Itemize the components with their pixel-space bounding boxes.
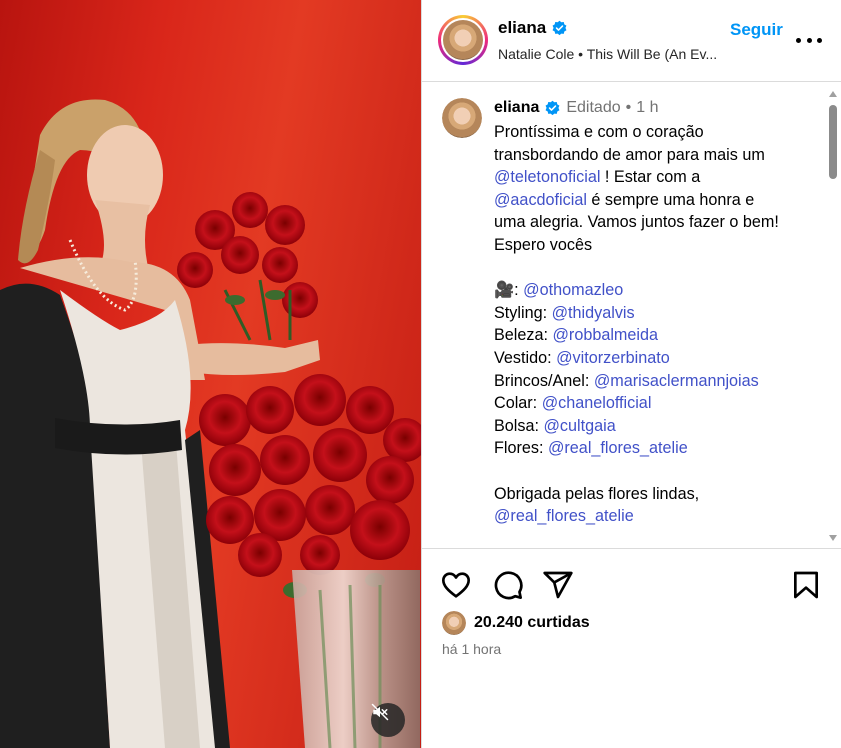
caption-text: Prontíssima e com o coração transbordand… xyxy=(494,121,824,528)
author-username[interactable]: eliana xyxy=(498,18,546,38)
audio-track-link[interactable]: Natalie Cole • This Will Be (An Ev... xyxy=(498,46,717,62)
credit-line: Styling: @thidyalvis xyxy=(494,303,635,322)
credit-line: Bolsa: @cultgaia xyxy=(494,416,616,435)
scroll-down-arrow[interactable] xyxy=(829,535,837,541)
scroll-up-arrow[interactable] xyxy=(829,91,837,97)
caption-line: @real_flores_atelie xyxy=(494,505,824,528)
caption-line: Prontíssima e com o coração xyxy=(494,123,704,141)
mention-link[interactable]: @vitorzerbinato xyxy=(556,349,670,367)
avatar xyxy=(442,611,466,635)
credit-line: Colar: @chanelofficial xyxy=(494,394,652,413)
share-icon[interactable] xyxy=(542,569,574,601)
mention-link[interactable]: @robbalmeida xyxy=(553,326,659,344)
separator-dot: • xyxy=(625,99,632,116)
author-avatar-story-ring[interactable] xyxy=(438,15,488,65)
more-options-icon[interactable] xyxy=(796,30,822,50)
credit-line: Brincos/Anel: @marisaclermannjoias xyxy=(494,371,759,390)
credit-line: Flores: @real_flores_atelie xyxy=(494,439,688,458)
bookmark-icon[interactable] xyxy=(790,569,822,601)
follow-button[interactable]: Seguir xyxy=(730,20,783,40)
caption-line: Espero vocês xyxy=(494,235,593,254)
mute-button[interactable] xyxy=(371,703,405,737)
mention-link[interactable]: @real_flores_atelie xyxy=(494,507,634,525)
caption-line: uma alegria. Vamos juntos fazer o bem! xyxy=(494,213,779,232)
heart-icon[interactable] xyxy=(440,569,472,601)
avatar xyxy=(443,20,483,60)
caption-blank xyxy=(494,460,824,483)
scroll-thumb[interactable] xyxy=(829,105,837,179)
mention-link[interactable]: @marisaclermannjoias xyxy=(594,372,759,390)
credit-line: Beleza: @robbalmeida xyxy=(494,326,659,345)
post-timestamp: há 1 hora xyxy=(442,641,502,657)
comment-icon[interactable] xyxy=(492,569,524,601)
avatar xyxy=(442,98,482,138)
verified-badge-icon xyxy=(552,20,567,35)
mention-link[interactable]: @cultgaia xyxy=(544,417,616,435)
edited-label: Editado xyxy=(566,99,621,116)
author-name-row: eliana xyxy=(498,18,568,38)
caption-scrollbar[interactable] xyxy=(825,83,841,547)
post-video[interactable] xyxy=(0,0,421,748)
post-modal: eliana Natalie Cole • This Will Be (An E… xyxy=(0,0,841,748)
verified-badge-icon xyxy=(545,100,560,115)
likes-count[interactable]: 20.240 curtidas xyxy=(474,614,590,632)
video-frame-illustration xyxy=(0,99,421,748)
caption-time[interactable]: 1 h xyxy=(636,99,658,117)
caption-line: Obrigada pelas flores lindas, xyxy=(494,484,700,503)
caption-author-avatar[interactable] xyxy=(442,98,482,138)
mention-link[interactable]: @aacdoficial xyxy=(494,191,587,209)
credit-line: Vestido: @vitorzerbinato xyxy=(494,348,670,367)
caption-blank xyxy=(494,257,824,280)
caption-header: eliana Editado • 1 h xyxy=(494,99,658,117)
mute-icon xyxy=(371,703,389,721)
mention-link[interactable]: @othomazleo xyxy=(523,281,623,299)
mention-link[interactable]: @thidyalvis xyxy=(552,304,635,322)
caption-line: @aacdoficial é sempre uma honra e xyxy=(494,190,755,209)
mention-link[interactable]: @real_flores_atelie xyxy=(548,439,688,457)
post-actions: 20.240 curtidas há 1 hora xyxy=(422,548,841,748)
mention-link[interactable]: @teletonoficial xyxy=(494,168,600,186)
caption-line: @teletonoficial ! Estar com a xyxy=(494,168,701,187)
post-side-panel: eliana Natalie Cole • This Will Be (An E… xyxy=(421,0,841,748)
credit-line: 🎥: @othomazleo xyxy=(494,281,624,300)
caption-area: eliana Editado • 1 h Prontíssima e com o… xyxy=(422,83,841,547)
post-header: eliana Natalie Cole • This Will Be (An E… xyxy=(422,0,841,82)
mention-link[interactable]: @chanelofficial xyxy=(542,394,652,412)
caption-username[interactable]: eliana xyxy=(494,99,539,117)
caption-line: transbordando de amor para mais um xyxy=(494,145,765,164)
likes-row[interactable]: 20.240 curtidas xyxy=(442,611,590,635)
